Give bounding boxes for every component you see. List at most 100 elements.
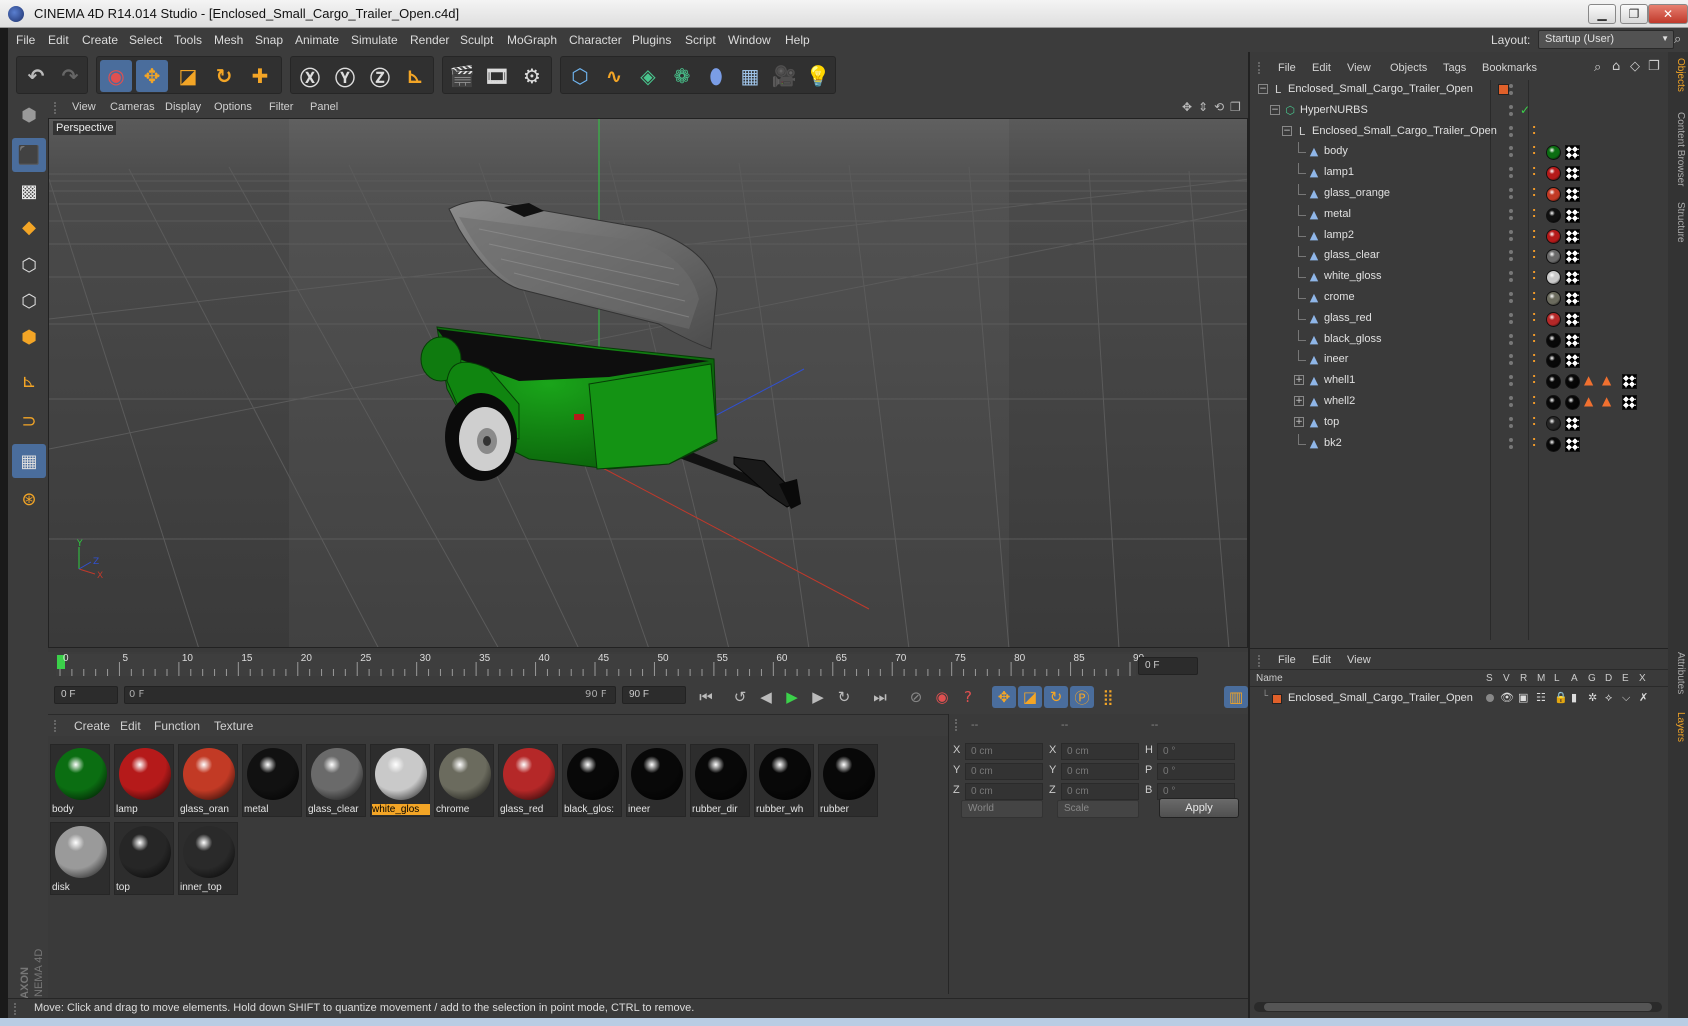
lock-workplane-icon[interactable]: ⊛ [12,482,46,516]
visibility-toggle[interactable] [1508,437,1514,450]
visibility-toggle[interactable] [1508,292,1514,304]
position-y-field[interactable]: 0 cm [965,763,1043,780]
viewport-zoom-icon[interactable]: ⇕ [1198,100,1208,114]
visibility-toggle[interactable] [1508,250,1514,262]
rotation-p-field[interactable]: 0 ° [1157,763,1235,780]
menu-render[interactable]: Render [410,33,449,47]
apply-button[interactable]: Apply [1159,798,1239,818]
object-row[interactable]: ▲ black_gloss ⁚ [1250,329,1670,350]
key-position-icon[interactable]: ✥ [992,686,1016,708]
uvw-tag-icon[interactable] [1565,270,1580,286]
menu-file[interactable]: File [16,33,35,47]
z-axis-lock-icon[interactable]: Ⓩ [364,60,396,92]
uvw-tag-icon[interactable] [1565,166,1580,182]
render-settings-icon[interactable]: ⚙ [516,60,548,92]
key-rotation-icon[interactable]: ↻ [1044,686,1068,708]
coordinate-system-icon[interactable]: ⊾ [399,60,431,92]
material-swatch[interactable]: glass_oran [178,744,238,817]
menu-window[interactable]: Window [728,33,771,47]
material-tag-icon[interactable] [1546,353,1561,369]
layer-xref-icon[interactable]: ✗ [1639,691,1648,704]
layout-select[interactable]: Startup (User) [1538,30,1674,49]
om-home-icon[interactable]: ⌂ [1612,59,1620,74]
object-name[interactable]: top [1324,416,1339,428]
material-tag-icon[interactable] [1546,374,1561,390]
layer-manager-icon[interactable]: ☷ [1536,691,1546,704]
object-name[interactable]: lamp2 [1324,229,1354,241]
layer-col-manager[interactable]: M [1537,673,1545,684]
layer-col-animation[interactable]: A [1571,673,1578,684]
lm-menu-view[interactable]: View [1347,654,1371,666]
object-name[interactable]: glass_clear [1324,249,1380,261]
layer-col-generators[interactable]: G [1588,673,1596,684]
record-active-icon[interactable]: ⊘ [904,686,928,708]
phong-tag-icon[interactable]: ⁚ [1532,165,1546,180]
object-row[interactable]: − ⬡ HyperNURBS ✓ [1250,101,1670,121]
layer-horizontal-scrollbar[interactable] [1254,1002,1662,1012]
polygons-mode-icon[interactable]: ⬢ [12,320,46,354]
material-swatch[interactable]: inner_top [178,822,238,895]
coordinate-mode-select[interactable]: World [961,800,1043,818]
object-row[interactable]: ▲ lamp1 ⁚ [1250,163,1670,183]
redo-icon[interactable]: ↷ [54,60,86,92]
edges-mode-icon[interactable]: ⬡ [12,284,46,318]
texture-mode-icon[interactable]: ▩ [12,174,46,208]
uvw-tag-icon[interactable] [1565,353,1580,369]
object-name[interactable]: crome [1324,291,1355,303]
close-button[interactable]: ✕ [1648,4,1688,24]
uvw-tag-icon[interactable] [1565,145,1580,161]
object-row[interactable]: + ▲ top ⁚ [1250,413,1670,433]
array-icon[interactable]: ❁ [666,60,698,92]
phong-tag-icon[interactable]: ⁚ [1532,144,1546,159]
layer-col-name[interactable]: Name [1256,673,1283,684]
3d-viewport[interactable]: Perspective Y X Z [48,118,1248,648]
key-pla-icon[interactable]: ⣿ [1096,686,1120,708]
material-swatch[interactable]: white_glos [370,744,430,817]
search-icon[interactable]: ⌕ [1674,32,1681,47]
material-tag-icon[interactable] [1546,311,1561,327]
visibility-toggle[interactable] [1508,104,1514,117]
workplane-icon[interactable]: ▦ [12,444,46,478]
menu-simulate[interactable]: Simulate [351,33,398,47]
viewport-maximize-icon[interactable]: ❐ [1230,100,1241,114]
visibility-toggle[interactable] [1508,271,1514,283]
selection-tag-icon[interactable]: ▲ [1602,394,1611,408]
spline-pen-icon[interactable]: ∿ [598,60,630,92]
size-y-field[interactable]: 0 cm [1061,763,1139,780]
light-icon[interactable]: 💡 [802,60,834,92]
material-tag-icon[interactable] [1546,166,1561,182]
object-name[interactable]: white_gloss [1324,270,1381,282]
phong-tag-icon[interactable]: ⁚ [1532,352,1546,367]
material-swatch[interactable]: black_glos: [562,744,622,817]
material-menu-texture[interactable]: Texture [214,719,253,733]
menu-mesh[interactable]: Mesh [214,33,243,47]
material-tag-icon[interactable] [1546,145,1561,161]
side-tab-structure[interactable]: Structure [1670,202,1686,243]
deformer-icon[interactable]: ⬮ [700,60,732,92]
scale-icon[interactable]: ◪ [172,60,204,92]
next-key-icon[interactable]: ↻ [832,686,856,708]
object-name[interactable]: glass_red [1324,312,1372,324]
tree-expander-icon[interactable]: − [1270,104,1280,115]
viewport-menu-view[interactable]: View [72,101,96,113]
layer-animation-icon[interactable]: ▮ [1571,691,1577,704]
side-tab-attributes[interactable]: Attributes [1670,652,1686,694]
lm-menu-file[interactable]: File [1278,654,1296,666]
visibility-toggle[interactable] [1508,167,1514,179]
phong-tag-icon[interactable]: ⁚ [1532,436,1546,451]
om-menu-tags[interactable]: Tags [1443,62,1466,74]
axis-mode-icon[interactable]: ⊾ [12,364,46,398]
menu-help[interactable]: Help [785,33,810,47]
snap-icon[interactable]: ⊃ [12,404,46,438]
uvw-tag-icon[interactable] [1565,311,1580,327]
viewport-camera-label[interactable]: Perspective [53,121,117,135]
material-tag-icon[interactable] [1546,436,1561,452]
viewport-menu-options[interactable]: Options [214,101,252,113]
object-name[interactable]: Enclosed_Small_Cargo_Trailer_Open [1312,125,1497,137]
autokey-icon[interactable]: ◉ [930,686,954,708]
layer-color-swatch[interactable] [1272,694,1282,704]
render-view-icon[interactable]: 🎬 [446,60,478,92]
side-tab-content-browser[interactable]: Content Browser [1670,112,1686,186]
object-row[interactable]: ▲ body ⁚ [1250,142,1670,162]
material-swatch[interactable]: rubber_dir [690,744,750,817]
